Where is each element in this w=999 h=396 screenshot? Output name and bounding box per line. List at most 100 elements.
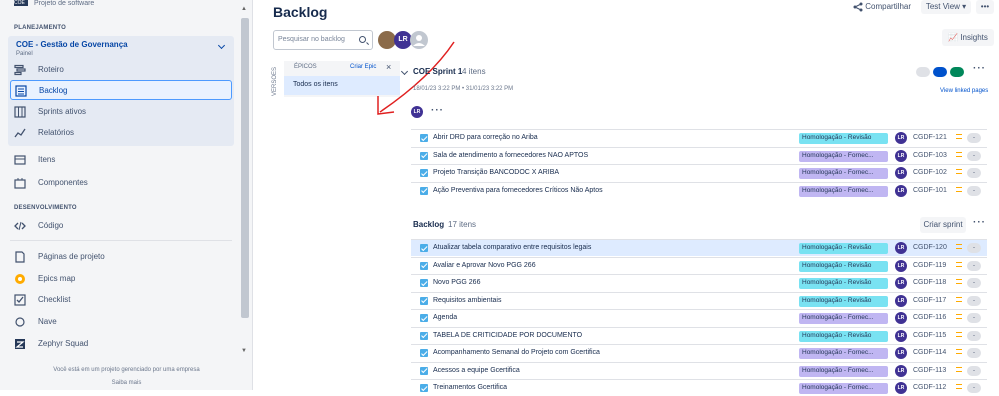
issue-summary[interactable]: TABELA DE CRITICIDADE POR DOCUMENTO [433, 332, 582, 339]
estimate-badge[interactable]: - [967, 313, 981, 323]
estimate-badge[interactable]: - [967, 365, 981, 376]
issue-row[interactable]: Novo PGG 266 Homologação - Revisão LR CGDF-… [411, 274, 987, 291]
project-name[interactable]: COE - Gestão de Governança [16, 40, 128, 49]
assignee-avatar[interactable]: LR [895, 242, 907, 254]
epic-tag[interactable]: Homologação - Revisão [799, 133, 888, 144]
issue-row[interactable]: TABELA DE CRITICIDADE POR DOCUMENTO Homol… [411, 326, 987, 344]
sidebar-item-relatorios[interactable]: Relatórios [10, 123, 232, 143]
issue-summary[interactable]: Acompanhamento Semanal do Projeto com Gc… [433, 349, 600, 356]
issue-row[interactable]: Ação Preventiva para fornecedores Crític… [411, 181, 987, 199]
epic-tag[interactable]: Homologação - Fornec... [799, 348, 888, 359]
issue-summary[interactable]: Atualizar tabela comparativo entre requi… [433, 244, 591, 251]
estimate-badge[interactable]: - [967, 168, 981, 178]
sidebar-item-zephyr[interactable]: Zephyr Squad [10, 334, 232, 354]
view-selector[interactable]: Test View ▾ [921, 0, 971, 14]
assignee-avatar[interactable]: LR [895, 259, 907, 272]
issue-row[interactable]: Acessos a equipe Gcertifica Homologação -… [411, 361, 987, 379]
issue-summary[interactable]: Agenda [433, 314, 457, 321]
estimate-badge[interactable]: - [967, 260, 981, 271]
assignee-avatar[interactable]: LR [895, 277, 907, 289]
sprint-options-button[interactable]: ··· [431, 105, 444, 116]
estimate-badge[interactable]: - [967, 185, 981, 196]
estimate-badge[interactable]: - [967, 330, 981, 341]
epic-tag[interactable]: Homologação - Fornec... [799, 185, 888, 197]
issue-key[interactable]: CGDF-101 [913, 187, 947, 194]
insights-button[interactable]: 📈 Insights [942, 29, 994, 46]
issue-row[interactable]: Acompanhamento Semanal do Projeto com Gc… [411, 344, 987, 361]
estimate-badge[interactable]: - [967, 295, 981, 306]
issue-key[interactable]: CGDF-121 [913, 134, 947, 141]
scroll-down-icon[interactable]: ▼ [241, 348, 247, 354]
assignee-avatar[interactable]: LR [895, 382, 907, 394]
sidebar-item-checklist[interactable]: Checklist [10, 290, 232, 310]
view-linked-pages-link[interactable]: View linked pages [940, 88, 988, 94]
sidebar-item-componentes[interactable]: Componentes [10, 173, 232, 193]
issue-summary[interactable]: Ação Preventiva para fornecedores Crític… [433, 187, 603, 194]
epic-tag[interactable]: Homologação - Fornec... [799, 383, 888, 394]
assignee-avatar[interactable]: LR [895, 294, 907, 307]
issue-summary[interactable]: Requisitos ambientais [433, 297, 501, 304]
assignee-avatar[interactable]: LR [895, 132, 907, 144]
sidebar-item-sprints-ativos[interactable]: Sprints ativos [10, 102, 232, 122]
issue-key[interactable]: CGDF-116 [913, 314, 946, 321]
issue-row[interactable]: Abrir DRD para correção no Ariba Homologa… [411, 129, 987, 146]
estimate-badge[interactable]: - [967, 278, 981, 288]
epic-tag[interactable]: Homologação - Revisão [799, 295, 888, 307]
estimate-badge[interactable]: - [967, 133, 981, 143]
sprint-assignee-avatar[interactable]: LR [411, 106, 423, 118]
issue-key[interactable]: CGDF-115 [913, 332, 946, 339]
epic-tag[interactable]: Homologação - Fornec... [799, 168, 888, 179]
assignee-avatar[interactable]: LR [895, 364, 907, 377]
estimate-badge[interactable]: - [967, 243, 981, 253]
issue-summary[interactable]: Projeto Transição BANCODOC X ARIBA [433, 169, 559, 176]
issue-row[interactable]: Agenda Homologação - Fornec... LR CGDF-116 - [411, 309, 987, 326]
sidebar-item-paginas[interactable]: Páginas de projeto [10, 247, 232, 267]
assignee-avatar[interactable]: LR [895, 149, 907, 162]
epic-tag[interactable]: Homologação - Fornec... [799, 365, 888, 377]
epic-tag[interactable]: Homologação - Fornec... [799, 150, 888, 162]
issue-summary[interactable]: Acessos a equipe Gcertifica [433, 367, 520, 374]
issue-row[interactable]: Avaliar e Aprovar Novo PGG 266 Homologaçã… [411, 256, 987, 274]
issue-summary[interactable]: Sala de atendimento a fornecedores NAO A… [433, 152, 588, 159]
estimate-badge[interactable]: - [967, 383, 981, 393]
sidebar-item-epics-map[interactable]: Epics map [10, 269, 232, 289]
sidebar-scrollbar[interactable]: ▲ ▼ [240, 6, 250, 362]
chevron-down-icon[interactable] [217, 41, 226, 50]
epic-tag[interactable]: Homologação - Revisão [799, 330, 888, 342]
epic-tag[interactable]: Homologação - Revisão [799, 243, 888, 254]
epic-tag[interactable]: Homologação - Revisão [799, 278, 888, 289]
assignee-avatar[interactable]: LR [895, 329, 907, 342]
learn-more-link[interactable]: Saiba mais [0, 380, 253, 386]
issue-key[interactable]: CGDF-113 [913, 367, 946, 374]
search-input[interactable]: Pesquisar no backlog [273, 30, 373, 50]
backlog-more-button[interactable]: ··· [973, 217, 986, 228]
issue-key[interactable]: CGDF-114 [913, 349, 946, 356]
issue-key[interactable]: CGDF-120 [913, 244, 947, 251]
more-actions-button[interactable]: ••• [976, 0, 994, 14]
issue-row[interactable]: Treinamentos Gcertifica Homologação - For… [411, 379, 987, 396]
assignee-avatar[interactable]: LR [895, 312, 907, 324]
sprint-more-button[interactable]: ··· [973, 63, 986, 74]
issue-key[interactable]: CGDF-102 [913, 169, 947, 176]
epic-tag[interactable]: Homologação - Revisão [799, 260, 888, 272]
sidebar-item-backlog[interactable]: Backlog [10, 80, 232, 100]
issue-key[interactable]: CGDF-117 [913, 297, 946, 304]
assignee-avatar[interactable]: LR [895, 184, 907, 197]
sidebar-item-roteiro[interactable]: Roteiro [10, 60, 232, 80]
assignee-avatar[interactable]: LR [895, 347, 907, 359]
issue-row[interactable]: Atualizar tabela comparativo entre requi… [411, 239, 987, 256]
sidebar-item-nave[interactable]: Nave [10, 312, 232, 332]
scroll-up-icon[interactable]: ▲ [241, 6, 247, 12]
sidebar-item-itens[interactable]: Itens [10, 150, 232, 170]
issue-key[interactable]: CGDF-103 [913, 152, 947, 159]
issue-summary[interactable]: Novo PGG 266 [433, 279, 480, 286]
issue-key[interactable]: CGDF-118 [913, 279, 946, 286]
scrollbar-thumb[interactable] [241, 18, 249, 318]
sidebar-item-codigo[interactable]: Código [10, 216, 232, 236]
share-button[interactable]: Compartilhar [853, 2, 911, 12]
estimate-badge[interactable]: - [967, 150, 981, 161]
assignee-avatar[interactable]: LR [895, 167, 907, 179]
versions-tab[interactable]: VERSÕES [272, 61, 284, 101]
issue-key[interactable]: CGDF-119 [913, 262, 946, 269]
issue-row[interactable]: Sala de atendimento a fornecedores NAO A… [411, 146, 987, 164]
